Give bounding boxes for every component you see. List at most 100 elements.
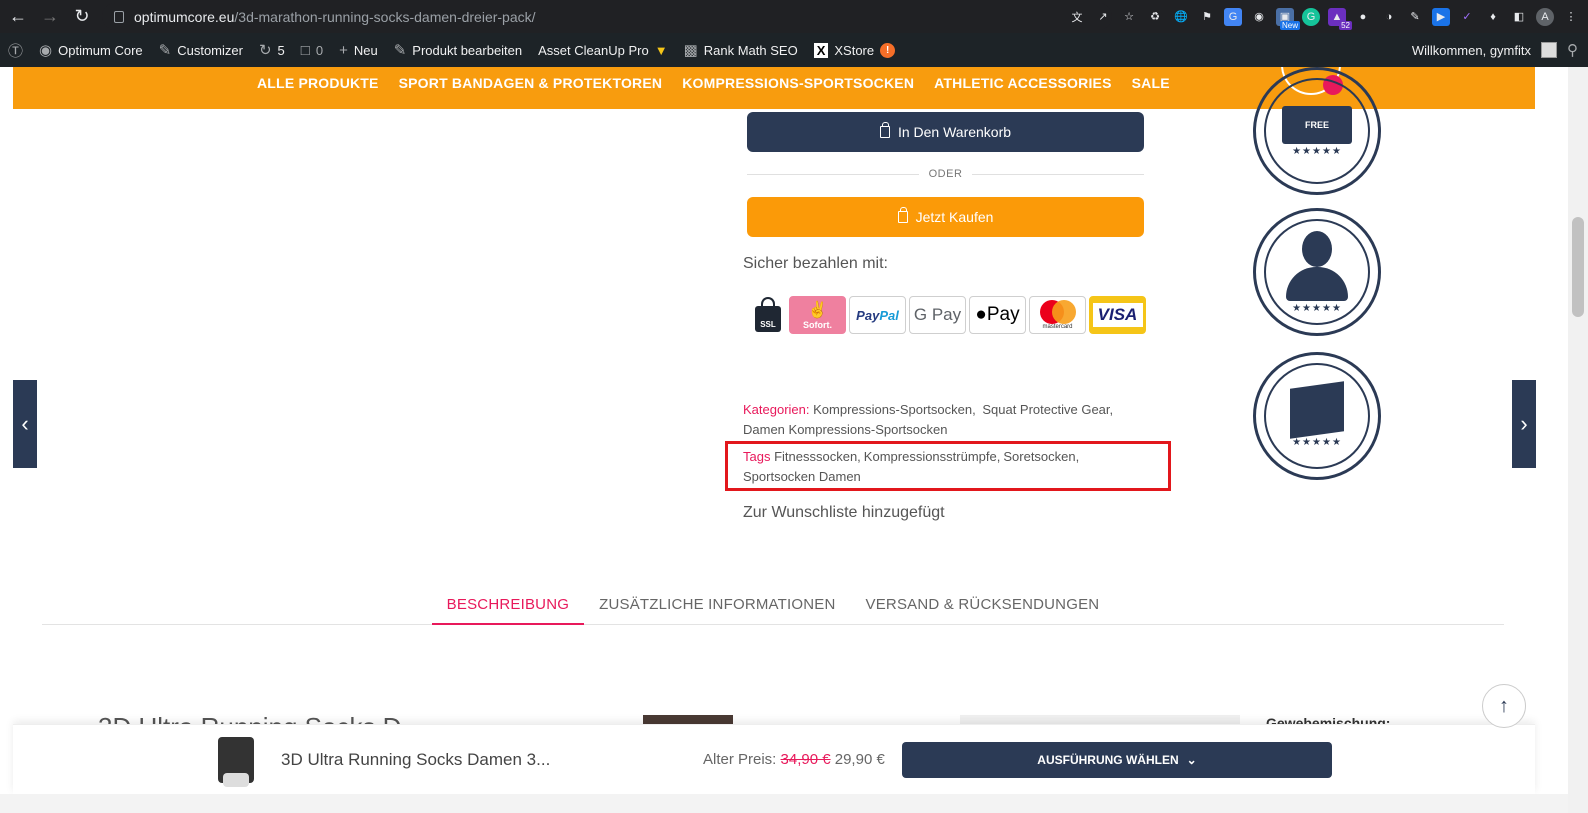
back-icon[interactable]: ←: [4, 3, 32, 31]
product-tabs: BESCHREIBUNG ZUSÄTZLICHE INFORMATIONEN V…: [42, 587, 1504, 625]
wishlist-link[interactable]: Zur Wunschliste hinzugefügt: [743, 504, 945, 522]
grammarly-icon[interactable]: G: [1302, 7, 1320, 26]
updates-icon: ↻: [258, 42, 272, 59]
visa-label: VISA: [1092, 303, 1143, 327]
camera-icon[interactable]: ◉: [1250, 8, 1268, 26]
stars-icon: ★★★★★: [1292, 302, 1342, 314]
edit-product-link[interactable]: ✎ Produkt bearbeiten: [386, 33, 530, 67]
nav-item-accessories[interactable]: ATHLETIC ACCESSORIES: [934, 75, 1111, 91]
ssl-label: SSL: [755, 297, 781, 332]
tab-description[interactable]: BESCHREIBUNG: [431, 587, 585, 625]
returns-badge: ★★★★★: [1253, 352, 1381, 480]
sidepanel-icon[interactable]: ◧: [1510, 8, 1528, 26]
new-content-link[interactable]: + Neu: [331, 33, 386, 67]
recycle-icon[interactable]: ♻: [1146, 8, 1164, 26]
choose-variant-label: AUSFÜHRUNG WÄHLEN: [1037, 753, 1179, 767]
search-icon[interactable]: ⚲: [1567, 41, 1578, 59]
rank-math-label: Rank Math SEO: [703, 42, 798, 58]
current-price: 29,90 €: [834, 751, 885, 768]
ext-flag-icon[interactable]: ⚑: [1198, 8, 1216, 26]
new-ext-icon[interactable]: ▣ New: [1276, 7, 1300, 30]
nav-item-bandages[interactable]: SPORT BANDAGEN & PROTEKTOREN: [399, 75, 663, 91]
sofort-label: Sofort.: [803, 320, 832, 330]
edit-product-label: Produkt bearbeiten: [412, 42, 523, 58]
multi-ext-icon[interactable]: ●: [1354, 8, 1372, 26]
badge-inner: ★★★★★: [1264, 363, 1370, 469]
old-price-label: Alter Preis:: [703, 751, 777, 768]
category-link[interactable]: Kompressions-Sportsocken,: [813, 402, 976, 417]
scroll-to-top-button[interactable]: ↑: [1482, 684, 1526, 728]
globe-icon[interactable]: 🌐: [1172, 8, 1190, 26]
address-bar[interactable]: optimumcore.eu/3d-marathon-running-socks…: [102, 3, 1112, 30]
nav-item-all-products[interactable]: ALLE PRODUKTE: [257, 75, 379, 91]
sticky-add-to-cart-bar: 3D Ultra Running Socks Damen 3... Alter …: [13, 724, 1535, 794]
highlight-box: [725, 441, 1171, 491]
brush-icon: ✎: [158, 42, 172, 59]
asset-cleanup-label: Asset CleanUp Pro: [538, 42, 649, 58]
nav-item-sale[interactable]: SALE: [1132, 75, 1170, 91]
peace-hand-icon: ✌: [807, 302, 828, 319]
extensions-toolbar: 文 ↗ ☆ ♻ 🌐 ⚑ G ◉ ▣ New G ▲ 52 ● ◑ ✎ ▶ ✓ ♦ ◧…: [1068, 5, 1580, 30]
category-link[interactable]: Squat Protective Gear,: [982, 402, 1113, 417]
site-name-link[interactable]: ◉ Optimum Core: [31, 33, 151, 67]
share-icon[interactable]: ↗: [1094, 8, 1112, 26]
main-menu: ALLE PRODUKTE SPORT BANDAGEN & PROTEKTOR…: [257, 75, 1170, 91]
or-label: ODER: [928, 168, 963, 180]
page-content: ALLE PRODUKTE SPORT BANDAGEN & PROTEKTOR…: [0, 67, 1588, 813]
stars-icon: ★★★★★: [1292, 436, 1342, 448]
rank-math-link[interactable]: ▩ Rank Math SEO: [676, 33, 806, 67]
paypal-label-b: Pal: [879, 307, 899, 323]
funnel-icon: ▼: [654, 42, 668, 58]
category-link[interactable]: Damen Kompressions-Sportsocken: [743, 422, 947, 437]
mastercard-logo: mastercard: [1029, 296, 1086, 334]
forward-icon[interactable]: →: [36, 3, 64, 31]
visa-logo: VISA: [1089, 296, 1146, 334]
scrollbar[interactable]: [1568, 67, 1588, 813]
avatar: [1541, 42, 1557, 58]
pen-ext-icon[interactable]: ✎: [1406, 8, 1424, 26]
buy-now-button[interactable]: Jetzt Kaufen: [747, 197, 1144, 237]
comments-link[interactable]: □ 0: [293, 33, 331, 67]
prev-product-arrow[interactable]: ‹: [13, 380, 37, 468]
apay-label: Pay: [986, 304, 1020, 325]
updates-link[interactable]: ↻ 5: [251, 33, 293, 67]
counter-ext-icon[interactable]: ▲ 52: [1328, 7, 1352, 30]
product-advice-badge: ★★★★★: [1253, 208, 1381, 336]
google-translate-ext-icon[interactable]: G: [1224, 7, 1242, 26]
sofort-logo: ✌ Sofort.: [789, 296, 846, 334]
tab-shipping-returns[interactable]: VERSAND & RÜCKSENDUNGEN: [851, 587, 1115, 625]
tab-additional-info[interactable]: ZUSÄTZLICHE INFORMATIONEN: [584, 587, 850, 625]
translate-icon[interactable]: 文: [1068, 8, 1086, 26]
puzzle-icon[interactable]: ♦: [1484, 8, 1502, 26]
scrollbar-thumb[interactable]: [1572, 217, 1584, 317]
asset-cleanup-link[interactable]: Asset CleanUp Pro ▼: [530, 33, 675, 67]
arrow-up-icon: ↑: [1499, 694, 1509, 717]
customizer-link[interactable]: ✎ Customizer: [151, 33, 251, 67]
account-menu[interactable]: Willkommen, gymfitx ⚲: [1412, 33, 1578, 67]
circle-ext-icon[interactable]: ◑: [1380, 8, 1398, 26]
profile-avatar[interactable]: A: [1536, 7, 1554, 26]
free-shipping-badge: FREE ★★★★★: [1253, 67, 1381, 195]
payment-methods: SSL ✌ Sofort. Pay Pal G Pay ● Pay mastercar…: [750, 296, 1146, 334]
reload-icon[interactable]: ↻: [68, 3, 96, 31]
wp-logo[interactable]: Ⓣ: [0, 33, 31, 67]
dashboard-icon: ◉: [39, 42, 53, 59]
nav-item-compression-socks[interactable]: KOMPRESSIONS-SPORTSOCKEN: [682, 75, 914, 91]
add-to-cart-button[interactable]: In Den Warenkorb: [747, 112, 1144, 152]
apple-icon: ●: [975, 304, 987, 325]
lock-icon: [114, 10, 124, 23]
xstore-link[interactable]: X XStore!: [806, 33, 903, 67]
old-price: 34,90 €: [780, 751, 831, 768]
site-name: Optimum Core: [58, 42, 143, 58]
choose-variant-button[interactable]: AUSFÜHRUNG WÄHLEN ⌄: [902, 742, 1332, 778]
video-ext-icon[interactable]: ▶: [1432, 7, 1450, 26]
feather-ext-icon[interactable]: ✓: [1458, 8, 1476, 26]
counter-badge: 52: [1339, 20, 1352, 30]
new-label: Neu: [353, 42, 378, 58]
next-product-arrow[interactable]: ›: [1512, 380, 1536, 468]
ssl-icon: SSL: [750, 296, 786, 334]
kebab-menu-icon[interactable]: ⋮: [1562, 8, 1580, 26]
customizer-label: Customizer: [177, 42, 243, 58]
paypal-label-a: Pay: [856, 307, 880, 323]
bookmark-star-icon[interactable]: ☆: [1120, 8, 1138, 26]
